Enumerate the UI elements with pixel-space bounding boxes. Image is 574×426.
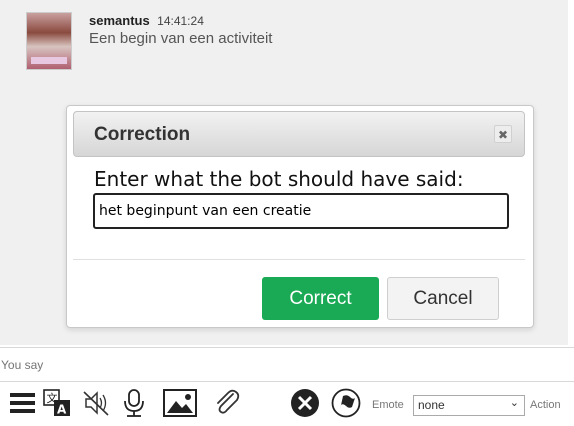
menu-icon[interactable]: [9, 386, 35, 420]
emote-select[interactable]: none ⌄: [413, 395, 525, 416]
action-label: Action: [530, 399, 561, 411]
dialog-header: Correction ✖: [73, 111, 525, 157]
cancel-button[interactable]: Cancel: [387, 277, 499, 320]
cancel-icon[interactable]: [288, 386, 322, 420]
speaker-muted-icon[interactable]: [80, 386, 112, 420]
message-username: semantus: [89, 13, 150, 28]
correct-button[interactable]: Correct: [262, 277, 379, 320]
flag-icon[interactable]: [329, 386, 363, 420]
chat-input-bar: [0, 347, 574, 382]
svg-text:A: A: [57, 403, 67, 417]
close-button[interactable]: ✖: [494, 125, 512, 143]
emote-label: Emote: [372, 399, 404, 411]
dialog-divider: [73, 259, 525, 260]
microphone-icon[interactable]: [120, 386, 148, 420]
emote-select-value: none: [418, 398, 445, 412]
message-header: semantus 14:41:24: [89, 12, 204, 30]
dialog-title: Correction: [94, 124, 191, 145]
chat-area: semantus 14:41:24 Een begin van een acti…: [0, 0, 568, 345]
image-icon[interactable]: [162, 386, 198, 420]
message-text: Een begin van een activiteit: [89, 30, 273, 47]
correction-input[interactable]: [93, 193, 509, 229]
paperclip-icon[interactable]: [210, 386, 244, 420]
chat-input[interactable]: [0, 348, 567, 381]
avatar: [26, 12, 72, 70]
correction-prompt: Enter what the bot should have said:: [94, 167, 464, 191]
toolbar: 文 A Emote none ⌄ Action: [0, 386, 574, 426]
translate-icon[interactable]: 文 A: [42, 386, 72, 420]
message-timestamp: 14:41:24: [157, 14, 204, 28]
correction-dialog: Correction ✖ Enter what the bot should h…: [66, 105, 534, 328]
chevron-down-icon: ⌄: [509, 397, 519, 409]
